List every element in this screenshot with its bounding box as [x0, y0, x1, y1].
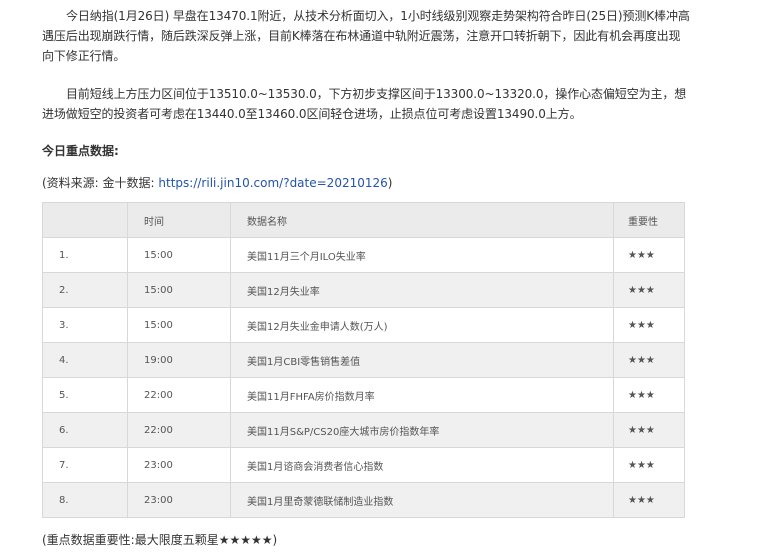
analysis-paragraph-1: 今日纳指(1月26日) 早盘在13470.1附近，从技术分析面切入，1小时线级别…	[42, 9, 690, 63]
row-time: 23:00	[127, 482, 231, 518]
row-data-name: 美国1月CBI零售销售差值	[230, 342, 614, 378]
row-index: 7.	[42, 447, 128, 483]
row-time: 15:00	[127, 272, 231, 308]
table-row: 3. 15:00 美国12月失业金申请人数(万人) ★★★	[42, 307, 685, 343]
table-row: 7. 23:00 美国1月谘商会消费者信心指数 ★★★	[42, 447, 685, 483]
header-time: 时间	[127, 202, 231, 238]
row-data-name: 美国12月失业率	[230, 272, 614, 308]
row-index: 3.	[42, 307, 128, 343]
row-index: 1.	[42, 237, 128, 273]
row-time: 15:00	[127, 237, 231, 273]
row-importance: ★★★	[613, 307, 685, 343]
table-row: 8. 23:00 美国1月里奇蒙德联储制造业指数 ★★★	[42, 482, 685, 518]
table-row: 6. 22:00 美国11月S&P/CS20座大城市房价指数年率 ★★★	[42, 412, 685, 448]
row-importance: ★★★	[613, 377, 685, 413]
row-importance: ★★★	[613, 342, 685, 378]
row-time: 22:00	[127, 377, 231, 413]
row-importance: ★★★	[613, 272, 685, 308]
row-time: 23:00	[127, 447, 231, 483]
row-index: 5.	[42, 377, 128, 413]
table-row: 1. 15:00 美国11月三个月ILO失业率 ★★★	[42, 237, 685, 273]
header-index	[42, 202, 128, 238]
row-time: 15:00	[127, 307, 231, 343]
row-importance: ★★★	[613, 237, 685, 273]
row-data-name: 美国12月失业金申请人数(万人)	[230, 307, 614, 343]
row-index: 2.	[42, 272, 128, 308]
row-importance: ★★★	[613, 447, 685, 483]
row-importance: ★★★	[613, 412, 685, 448]
row-index: 4.	[42, 342, 128, 378]
row-data-name: 美国11月三个月ILO失业率	[230, 237, 614, 273]
header-data-name: 数据名称	[230, 202, 614, 238]
key-data-table: 时间 数据名称 重要性 1. 15:00 美国11月三个月ILO失业率 ★★★ …	[42, 202, 685, 518]
row-time: 22:00	[127, 412, 231, 448]
article-body: 今日纳指(1月26日) 早盘在13470.1附近，从技术分析面切入，1小时线级别…	[42, 0, 692, 548]
table-header-row: 时间 数据名称 重要性	[42, 202, 685, 238]
source-suffix: )	[387, 176, 393, 190]
source-prefix: (资料来源: 金十数据:	[42, 176, 159, 190]
section-title: 今日重点数据:	[42, 144, 119, 158]
row-data-name: 美国1月谘商会消费者信心指数	[230, 447, 614, 483]
table-row: 4. 19:00 美国1月CBI零售销售差值 ★★★	[42, 342, 685, 378]
source-link[interactable]: https://rili.jin10.com/?date=20210126	[158, 176, 387, 190]
table-row: 2. 15:00 美国12月失业率 ★★★	[42, 272, 685, 308]
data-source-line: (资料来源: 金十数据: https://rili.jin10.com/?dat…	[42, 174, 692, 192]
importance-footnote: (重点数据重要性:最大限度五颗星★★★★★)	[42, 533, 278, 547]
analysis-paragraph-2: 目前短线上方压力区间位于13510.0~13530.0，下方初步支撑区间于133…	[42, 87, 687, 121]
row-index: 8.	[42, 482, 128, 518]
row-data-name: 美国1月里奇蒙德联储制造业指数	[230, 482, 614, 518]
row-importance: ★★★	[613, 482, 685, 518]
row-data-name: 美国11月S&P/CS20座大城市房价指数年率	[230, 412, 614, 448]
header-importance: 重要性	[613, 202, 685, 238]
table-row: 5. 22:00 美国11月FHFA房价指数月率 ★★★	[42, 377, 685, 413]
row-index: 6.	[42, 412, 128, 448]
row-data-name: 美国11月FHFA房价指数月率	[230, 377, 614, 413]
row-time: 19:00	[127, 342, 231, 378]
